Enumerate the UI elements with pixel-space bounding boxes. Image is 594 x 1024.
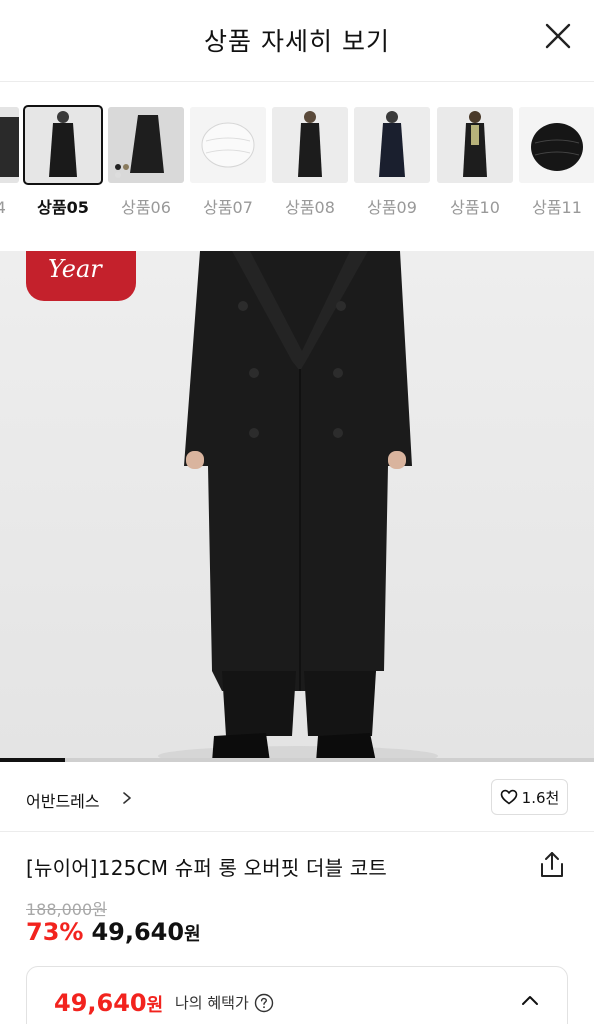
sale-price: 49,640원 xyxy=(91,918,200,946)
thumbnail-item[interactable]: 상품10 xyxy=(437,107,513,218)
thumbnail-image xyxy=(437,107,513,183)
sale-price-amount: 49,640 xyxy=(91,918,185,946)
thumbnail-label: 상품11 xyxy=(532,198,582,217)
heart-icon xyxy=(500,789,517,805)
thumbnail-item[interactable]: 상품09 xyxy=(354,107,430,218)
thumbnail-label: 상품10 xyxy=(450,198,500,217)
benefit-label-text: 나의 혜택가 xyxy=(175,994,249,1012)
thumbnail-image xyxy=(108,107,184,183)
chevron-right-icon[interactable] xyxy=(122,791,132,805)
thumbnail-strip[interactable]: 상품04 상품05 상품06 상품07 상품08 상품09 상품10 xyxy=(0,100,594,228)
original-price: 188,000원 xyxy=(26,900,107,919)
thumbnail-image xyxy=(272,107,348,183)
price-row: 73% 49,640원 xyxy=(26,918,201,946)
discount-rate: 73% xyxy=(26,918,84,946)
chevron-up-icon[interactable] xyxy=(521,994,539,1006)
thumbnail-item[interactable]: 상품05 xyxy=(23,105,103,218)
thumbnail-label: 상품09 xyxy=(367,198,417,217)
thumbnail-image xyxy=(354,107,430,183)
thumbnail-image xyxy=(0,107,19,183)
product-image[interactable]: Year xyxy=(0,251,594,762)
thumbnail-item[interactable]: 상품04 xyxy=(0,107,19,218)
thumbnail-label: 상품04 xyxy=(0,198,6,217)
thumbnail-item[interactable]: 상품07 xyxy=(190,107,266,218)
benefit-label: 나의 혜택가 xyxy=(175,992,274,1013)
share-icon xyxy=(541,852,563,877)
thumbnail-label: 상품05 xyxy=(37,198,89,217)
thumbnail-label: 상품06 xyxy=(121,198,171,217)
promo-badge: Year xyxy=(26,251,136,301)
thumbnail-image xyxy=(519,107,594,183)
product-title: [뉴이어]125CM 슈퍼 롱 오버핏 더블 코트 xyxy=(26,856,387,880)
like-count: 1.6천 xyxy=(521,788,560,807)
coat-photo xyxy=(0,251,594,762)
thumbnail-label: 상품08 xyxy=(285,198,335,217)
like-button[interactable]: 1.6천 xyxy=(491,779,568,815)
close-button[interactable] xyxy=(542,20,574,52)
help-icon[interactable] xyxy=(254,993,274,1013)
benefit-panel[interactable]: 49,640 원 나의 혜택가 xyxy=(26,966,568,1024)
brand-link[interactable]: 어반드레스 xyxy=(26,788,100,812)
thumbnail-item[interactable]: 상품06 xyxy=(108,107,184,218)
benefit-price-currency: 원 xyxy=(146,995,164,1016)
benefit-price-amount: 49,640 xyxy=(54,989,147,1017)
share-button[interactable] xyxy=(538,850,566,880)
thumbnail-image xyxy=(23,105,103,185)
close-icon xyxy=(545,23,571,49)
thumbnail-image xyxy=(190,107,266,183)
brand-row: 어반드레스 1.6천 xyxy=(0,762,594,832)
thumbnail-item[interactable]: 상품11 xyxy=(519,107,594,218)
thumbnail-item[interactable]: 상품08 xyxy=(272,107,348,218)
page-title: 상품 자세히 보기 xyxy=(204,27,390,56)
thumbnail-label: 상품07 xyxy=(203,198,253,217)
benefit-price: 49,640 원 xyxy=(54,989,163,1017)
top-bar: 상품 자세히 보기 xyxy=(0,0,594,82)
sale-price-currency: 원 xyxy=(184,924,201,945)
promo-badge-text: Year xyxy=(48,255,102,283)
